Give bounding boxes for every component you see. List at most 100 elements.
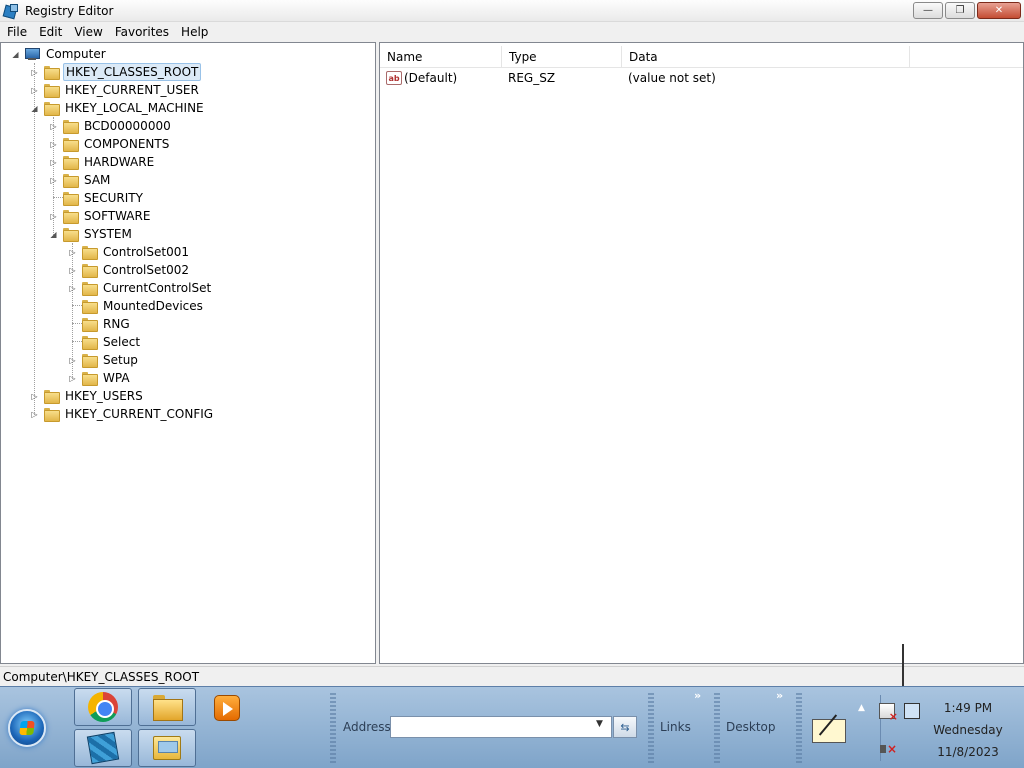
menu-edit[interactable]: Edit <box>33 22 68 42</box>
column-header-name[interactable]: Name <box>380 46 502 68</box>
tree-item-hardware[interactable]: ▷ HARDWARE <box>49 153 156 171</box>
folder-icon <box>62 191 79 206</box>
folder-icon <box>81 317 98 332</box>
tree-item-controlset001[interactable]: ▷ ControlSet001 <box>68 243 191 261</box>
desktop-chevron-icon[interactable]: » <box>776 689 783 702</box>
collapsed-arrow-icon[interactable]: ▷ <box>49 140 58 149</box>
collapsed-arrow-icon[interactable]: ▷ <box>49 212 58 221</box>
values-list-pane[interactable]: Name Type Data ab (Default) REG_SZ (valu… <box>379 42 1024 664</box>
expanded-arrow-icon[interactable]: ◢ <box>30 104 39 113</box>
key-tree-pane[interactable]: ◢ Computer ▷ HKEY_CLASSES_ROOT ▷ HKEY_CU… <box>0 42 376 664</box>
taskbar-windows-explorer[interactable] <box>138 729 196 767</box>
media-player-icon[interactable] <box>214 695 240 721</box>
column-header-data[interactable]: Data <box>622 46 910 68</box>
collapsed-arrow-icon[interactable]: ▷ <box>68 266 77 275</box>
collapsed-arrow-icon[interactable]: ▷ <box>30 392 39 401</box>
tree-label: SAM <box>84 173 111 187</box>
collapsed-arrow-icon[interactable]: ▷ <box>30 86 39 95</box>
menu-help[interactable]: Help <box>175 22 214 42</box>
folder-icon <box>62 137 79 152</box>
tree-item-controlset002[interactable]: ▷ ControlSet002 <box>68 261 191 279</box>
taskbar-explorer-pinned[interactable] <box>138 688 196 726</box>
links-toolbar[interactable]: Links <box>660 720 691 734</box>
network-icon[interactable] <box>904 703 920 719</box>
expanded-arrow-icon[interactable]: ◢ <box>11 50 20 59</box>
collapsed-arrow-icon[interactable]: ▷ <box>68 356 77 365</box>
string-value-icon: ab <box>386 71 402 85</box>
action-center-flag-icon[interactable] <box>879 703 898 723</box>
tree-item-wpa[interactable]: ▷ WPA <box>68 369 132 387</box>
title-bar: Registry Editor — ❐ ✕ <box>0 0 1024 22</box>
tree-label: SOFTWARE <box>84 209 151 223</box>
pen-tablet-icon[interactable] <box>812 719 846 743</box>
folder-icon <box>81 299 98 314</box>
collapsed-arrow-icon[interactable]: ▷ <box>49 176 58 185</box>
toolbar-grip[interactable] <box>796 693 802 763</box>
clock-date: 11/8/2023 <box>937 745 999 759</box>
tree-item-rng[interactable]: RNG <box>68 315 132 333</box>
tree-item-hkey-current-user[interactable]: ▷ HKEY_CURRENT_USER <box>30 81 201 99</box>
folder-icon <box>81 263 98 278</box>
address-go-button[interactable]: ⇆ <box>613 716 637 738</box>
collapsed-arrow-icon[interactable]: ▷ <box>68 374 77 383</box>
toolbar-grip[interactable] <box>330 693 336 763</box>
table-row[interactable]: ab (Default) REG_SZ (value not set) <box>380 69 828 87</box>
tree-item-hkey-classes-root[interactable]: ▷ HKEY_CLASSES_ROOT <box>30 63 202 81</box>
toolbar-grip[interactable] <box>714 693 720 763</box>
tree-item-sam[interactable]: ▷ SAM <box>49 171 112 189</box>
folder-icon <box>62 155 79 170</box>
tree-item-hkey-current-config[interactable]: ▷ HKEY_CURRENT_CONFIG <box>30 405 215 423</box>
address-input[interactable] <box>390 716 612 738</box>
collapsed-arrow-icon[interactable]: ▷ <box>49 122 58 131</box>
tree-label: RNG <box>103 317 130 331</box>
collapsed-arrow-icon[interactable]: ▷ <box>30 68 39 77</box>
taskbar-chrome[interactable] <box>74 688 132 726</box>
tree-item-mounteddevices[interactable]: MountedDevices <box>68 297 205 315</box>
collapsed-arrow-icon[interactable]: ▷ <box>68 284 77 293</box>
close-button[interactable]: ✕ <box>977 2 1021 19</box>
value-data: (value not set) <box>628 71 716 85</box>
menu-favorites[interactable]: Favorites <box>109 22 175 42</box>
menu-view[interactable]: View <box>68 22 108 42</box>
taskbar-registry-editor[interactable] <box>74 729 132 767</box>
volume-muted-icon[interactable] <box>879 741 897 757</box>
expanded-arrow-icon[interactable]: ◢ <box>49 230 58 239</box>
tree-item-software[interactable]: ▷ SOFTWARE <box>49 207 152 225</box>
toolbar-grip[interactable] <box>648 693 654 763</box>
column-header-type[interactable]: Type <box>502 46 622 68</box>
address-dropdown-icon[interactable]: ▼ <box>596 719 603 729</box>
tree-item-select[interactable]: Select <box>68 333 142 351</box>
folder-icon <box>81 281 98 296</box>
folder-icon <box>81 371 98 386</box>
tree-item-hkey-local-machine[interactable]: ◢ HKEY_LOCAL_MACHINE <box>30 99 206 117</box>
tree-label: BCD00000000 <box>84 119 171 133</box>
windows-explorer-icon <box>153 736 181 760</box>
show-hidden-icons-button[interactable]: ▲ <box>858 703 865 713</box>
collapsed-arrow-icon[interactable]: ▷ <box>49 158 58 167</box>
tree-item-currentcontrolset[interactable]: ▷ CurrentControlSet <box>68 279 213 297</box>
menu-file[interactable]: File <box>1 22 33 42</box>
desktop-toolbar[interactable]: Desktop <box>726 720 776 734</box>
window-title: Registry Editor <box>25 3 114 18</box>
tree-label: MountedDevices <box>103 299 203 313</box>
tree-item-bcd00000000[interactable]: ▷ BCD00000000 <box>49 117 173 135</box>
maximize-button[interactable]: ❐ <box>945 2 975 19</box>
tree-item-system[interactable]: ◢ SYSTEM <box>49 225 134 243</box>
tree-item-components[interactable]: ▷ COMPONENTS <box>49 135 171 153</box>
clock-time: 1:49 PM <box>943 701 993 715</box>
minimize-button[interactable]: — <box>913 2 943 19</box>
links-chevron-icon[interactable]: » <box>694 689 701 702</box>
collapsed-arrow-icon[interactable]: ▷ <box>68 248 77 257</box>
tree-label: ControlSet002 <box>103 263 189 277</box>
tree-item-computer[interactable]: ◢ Computer <box>11 45 108 63</box>
collapsed-arrow-icon[interactable]: ▷ <box>30 410 39 419</box>
tree-item-security[interactable]: SECURITY <box>49 189 145 207</box>
folder-icon <box>81 245 98 260</box>
tree-item-hkey-users[interactable]: ▷ HKEY_USERS <box>30 387 145 405</box>
clock[interactable]: 1:49 PM Wednesday 11/8/2023 <box>928 697 1008 763</box>
tree-label: HARDWARE <box>84 155 155 169</box>
start-button[interactable] <box>8 709 46 747</box>
tree-item-setup[interactable]: ▷ Setup <box>68 351 140 369</box>
list-header: Name Type Data <box>380 46 1023 68</box>
folder-icon <box>81 335 98 350</box>
